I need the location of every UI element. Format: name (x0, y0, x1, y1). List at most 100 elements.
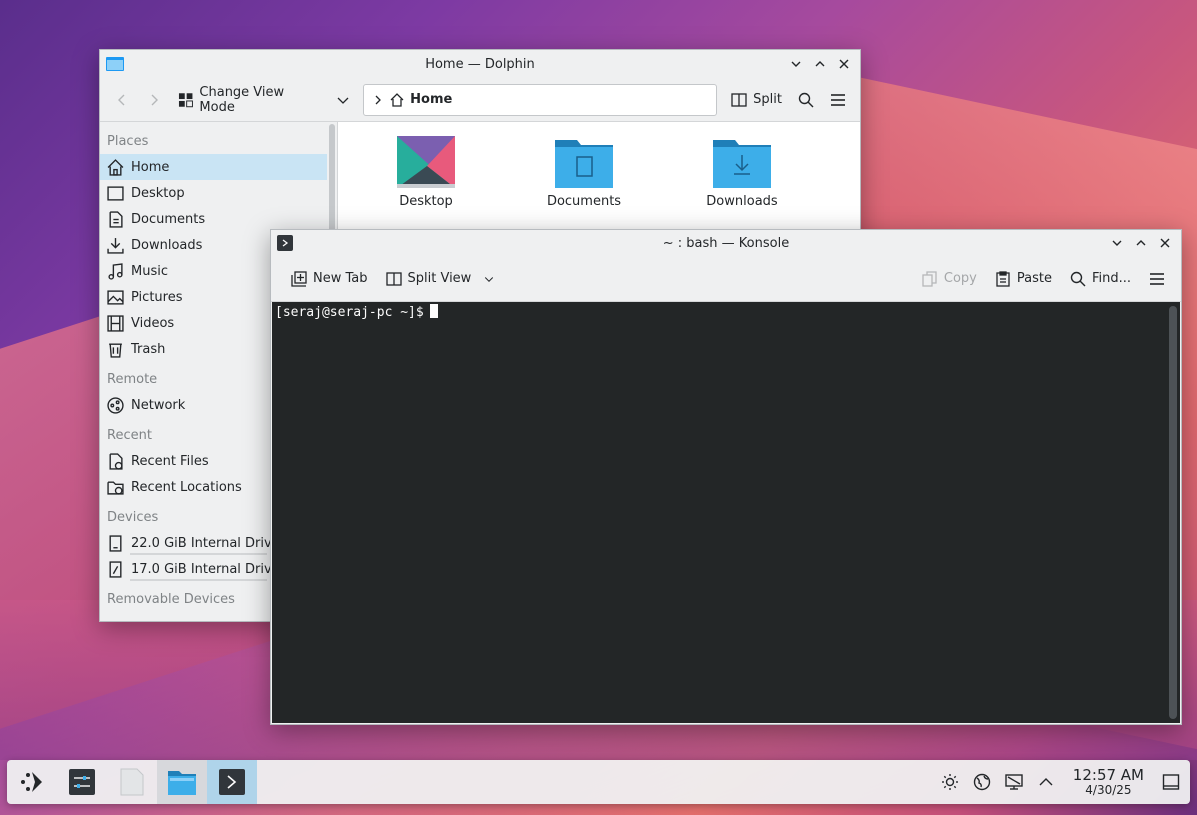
change-view-mode-button[interactable]: Change View Mode (172, 85, 325, 115)
file-name: Desktop (399, 194, 453, 209)
terminal-prompt-line: [seraj@seraj-pc ~]$ (275, 304, 438, 320)
places-scrollbar-thumb[interactable] (329, 124, 335, 234)
wired-network-icon[interactable] (1003, 771, 1025, 793)
music-icon (108, 262, 123, 280)
place-label: Documents (131, 211, 206, 227)
trash-icon (109, 342, 122, 358)
place-desktop[interactable]: Desktop (100, 180, 337, 206)
hamburger-menu-button[interactable] (824, 85, 852, 115)
brightness-icon[interactable] (939, 771, 961, 793)
chevron-right-icon (151, 94, 158, 105)
forward-button[interactable] (140, 85, 168, 115)
hard-drive-icon (109, 560, 122, 578)
pictures-icon (107, 289, 124, 305)
text-cursor (429, 304, 438, 318)
taskbar: 12:57 AM 4/30/25 (7, 760, 1190, 804)
task-system-settings[interactable] (57, 760, 107, 804)
place-label: 17.0 GiB Internal Drive (131, 561, 280, 577)
konsole-icon (219, 769, 245, 795)
close-button[interactable] (1157, 235, 1173, 251)
change-view-mode-label: Change View Mode (199, 84, 285, 115)
paste-icon (996, 270, 1010, 287)
videos-icon (107, 314, 124, 332)
place-label: Trash (131, 341, 166, 357)
hard-drive-icon (109, 534, 122, 552)
place-label: Network (131, 397, 186, 413)
show-hidden-icons-chevron-up-icon[interactable] (1035, 771, 1057, 793)
chevron-left-icon (118, 94, 125, 105)
place-label: Desktop (131, 185, 185, 201)
find-button[interactable]: Find... (1064, 264, 1137, 294)
place-label: Recent Files (131, 453, 209, 469)
place-label: Home (131, 159, 170, 175)
system-tray: 12:57 AM 4/30/25 (939, 765, 1190, 796)
new-tab-button[interactable]: New Tab (285, 264, 374, 294)
hamburger-menu-icon (831, 93, 845, 106)
recent-files-icon (109, 452, 123, 470)
home-icon (107, 158, 124, 176)
copy-icon (922, 270, 937, 287)
split-button[interactable]: Split (725, 85, 788, 115)
maximize-button[interactable] (812, 56, 828, 72)
split-view-button[interactable]: Split View (380, 264, 502, 294)
recent-locations-icon (107, 480, 124, 495)
place-label: Videos (131, 315, 175, 331)
downloads-icon (107, 237, 124, 254)
clock-time: 12:57 AM (1072, 765, 1144, 784)
back-button[interactable] (108, 85, 136, 115)
copy-label: Copy (943, 271, 977, 286)
copy-button[interactable]: Copy (916, 264, 983, 294)
desktop-thumbnail (397, 136, 455, 188)
file-name: Documents (546, 194, 622, 209)
hamburger-menu-button[interactable] (1143, 264, 1171, 294)
terminal-scrollbar[interactable] (1169, 306, 1177, 719)
konsole-toolbar: New Tab Split View Copy Paste Find... (271, 256, 1181, 302)
split-icon (731, 92, 747, 107)
folder-downloads-icon (713, 140, 771, 188)
kde-logo-icon (21, 772, 42, 792)
paste-button[interactable]: Paste (989, 264, 1058, 294)
digital-clock[interactable]: 12:57 AM 4/30/25 (1072, 765, 1144, 796)
konsole-titlebar[interactable]: ~ : bash — Konsole (271, 230, 1181, 256)
konsole-window[interactable]: ~ : bash — Konsole New Tab Split View Co… (270, 229, 1182, 725)
minimize-button[interactable] (1109, 235, 1125, 251)
network-globe-icon[interactable] (971, 771, 993, 793)
dolphin-folder-icon (168, 771, 196, 795)
drive-usage-bar (130, 553, 267, 555)
maximize-button[interactable] (1133, 235, 1149, 251)
chevron-right-icon (375, 95, 382, 104)
new-tab-label: New Tab (313, 271, 368, 286)
split-view-icon (385, 271, 402, 286)
search-button[interactable] (792, 85, 820, 115)
dolphin-titlebar[interactable]: Home — Dolphin (100, 50, 860, 78)
documents-icon (109, 210, 123, 228)
file-name: Downloads (706, 194, 778, 209)
place-label: Recent Locations (131, 479, 242, 495)
search-icon (798, 92, 814, 107)
view-mode-dropdown[interactable] (329, 85, 357, 115)
split-label: Split (753, 92, 782, 107)
shell-prompt: [seraj@seraj-pc ~]$ (275, 305, 424, 320)
window-title: Home — Dolphin (425, 56, 535, 72)
search-icon (1070, 271, 1086, 286)
place-label: Pictures (131, 289, 183, 305)
folder-documents-icon (555, 140, 613, 188)
task-dolphin[interactable] (157, 760, 207, 804)
application-launcher[interactable] (7, 760, 57, 804)
close-button[interactable] (836, 56, 852, 72)
place-home[interactable]: Home (100, 154, 337, 180)
document-icon (120, 768, 144, 796)
terminal-area[interactable]: [seraj@seraj-pc ~]$ (272, 302, 1180, 723)
desktop-icon (107, 185, 124, 201)
chevron-down-icon (337, 97, 349, 104)
show-desktop-icon[interactable] (1160, 771, 1182, 793)
task-text-editor[interactable] (107, 760, 157, 804)
minimize-button[interactable] (788, 56, 804, 72)
task-konsole[interactable] (207, 760, 257, 804)
new-tab-icon (291, 270, 307, 287)
system-settings-icon (69, 769, 95, 795)
find-label: Find... (1091, 271, 1131, 286)
location-bar[interactable]: Home (363, 83, 718, 116)
drive-usage-bar (130, 579, 267, 581)
location-path: Home (410, 92, 453, 107)
